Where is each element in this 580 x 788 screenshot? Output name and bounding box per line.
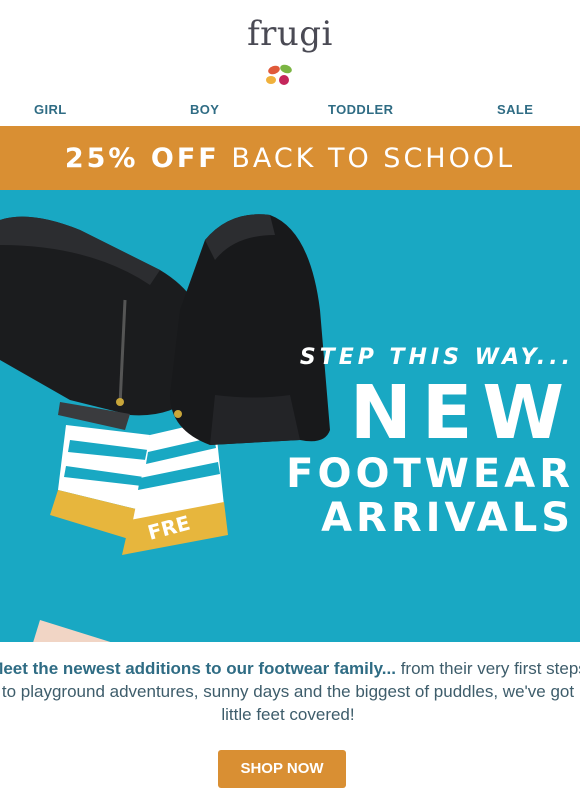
brand-logo[interactable]: frugi	[0, 14, 580, 54]
shop-now-button[interactable]: SHOP NOW	[218, 750, 346, 788]
hero-title-new: NEW	[349, 370, 574, 456]
promo-text: BACK TO SCHOOL	[231, 143, 516, 174]
hero-headline: STEP THIS WAY... NEW FOOTWEAR ARRIVALS	[286, 345, 574, 540]
nav-toddler-link[interactable]: TODDLER	[328, 102, 393, 117]
hero-tagline: STEP THIS WAY...	[299, 345, 574, 370]
hero-title-arrivals: ARRIVALS	[321, 495, 574, 541]
email-header: frugi	[0, 0, 580, 92]
category-nav: GIRL BOY TODDLER SALE	[0, 98, 580, 122]
nav-girl-link[interactable]: GIRL	[34, 102, 67, 117]
promo-discount: 25% OFF	[64, 143, 220, 174]
promo-banner[interactable]: 25% OFF BACK TO SCHOOL	[0, 126, 580, 190]
intro-lead: Meet the newest additions to our footwea…	[0, 659, 396, 678]
nav-boy-link[interactable]: BOY	[190, 102, 219, 117]
nav-sale-link[interactable]: SALE	[497, 102, 533, 117]
leaf-logo-icon	[266, 64, 292, 85]
hero-banner[interactable]: FRE STEP THIS WAY... NEW FOOTWEAR ARRIVA…	[0, 190, 580, 642]
hero-title-footwear: FOOTWEAR	[286, 451, 574, 497]
intro-copy: Meet the newest additions to our footwea…	[0, 657, 580, 726]
